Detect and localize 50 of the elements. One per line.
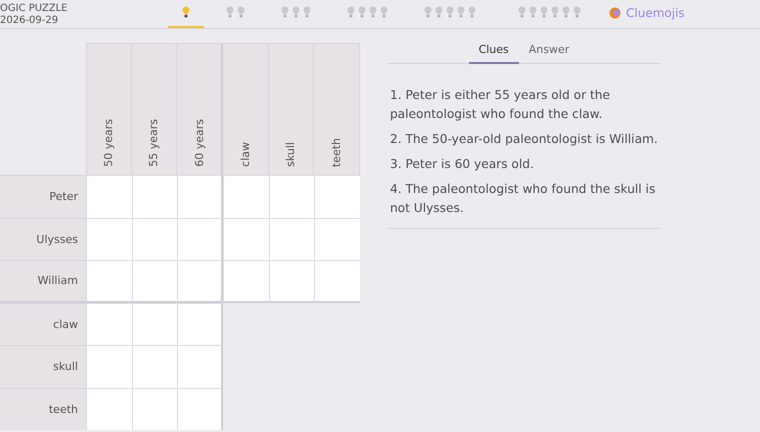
column-header: 55 years bbox=[132, 43, 178, 175]
clue-text: 2. The 50-year-old paleontologist is William. bbox=[390, 131, 659, 148]
grid-cell[interactable] bbox=[314, 175, 360, 218]
column-header: skull bbox=[268, 43, 314, 175]
panel-tab[interactable]: Clues bbox=[468, 43, 519, 64]
grid-cell[interactable] bbox=[222, 260, 269, 302]
row-label: William bbox=[0, 260, 86, 302]
grid-cell[interactable] bbox=[177, 302, 223, 345]
grid-cell[interactable] bbox=[132, 260, 178, 302]
grid-cell[interactable] bbox=[177, 345, 223, 388]
grid-cell[interactable] bbox=[132, 175, 178, 218]
link-label: Cluemojis bbox=[626, 6, 685, 20]
row-label: skull bbox=[0, 345, 86, 388]
grid-cell[interactable] bbox=[177, 218, 223, 260]
grid-cell[interactable] bbox=[268, 175, 314, 218]
row-label: Peter bbox=[0, 175, 86, 218]
grid-cell[interactable] bbox=[86, 260, 132, 302]
row-label: Ulysses bbox=[0, 218, 86, 260]
grid-cell[interactable] bbox=[222, 175, 269, 218]
grid-cell[interactable] bbox=[177, 175, 223, 218]
grid-cell[interactable] bbox=[86, 218, 132, 260]
grid-cell[interactable] bbox=[86, 175, 132, 218]
grid-cell[interactable] bbox=[268, 260, 314, 302]
cluemojis-link[interactable]: Cluemojis bbox=[609, 0, 685, 28]
row-label: teeth bbox=[0, 388, 86, 430]
column-header: claw bbox=[222, 43, 269, 175]
clue-text: 4. The paleontologist who found the skull is not Ulysses. bbox=[390, 181, 656, 217]
column-header: 60 years bbox=[177, 43, 223, 175]
grid-cell[interactable] bbox=[314, 260, 360, 302]
clue-text: 1. Peter is either 55 years old or the paleontologist who found the claw. bbox=[390, 87, 611, 123]
grid-cell[interactable] bbox=[132, 218, 178, 260]
grid-cell[interactable] bbox=[132, 302, 178, 345]
clue-text: 3. Peter is 60 years old. bbox=[390, 156, 535, 173]
grid-cell[interactable] bbox=[177, 260, 223, 302]
row-label: claw bbox=[0, 302, 86, 345]
grid-cell[interactable] bbox=[314, 218, 360, 260]
panel-tab[interactable]: Answer bbox=[518, 43, 580, 64]
column-header: 50 years bbox=[86, 43, 132, 175]
grid-cell[interactable] bbox=[132, 388, 178, 430]
grid-cell[interactable] bbox=[222, 218, 269, 260]
grid-cell[interactable] bbox=[268, 218, 314, 260]
grid-cell[interactable] bbox=[86, 345, 132, 388]
grid-cell[interactable] bbox=[86, 388, 132, 430]
column-header: teeth bbox=[314, 43, 360, 175]
puzzle-title: OGIC PUZZLE bbox=[0, 2, 68, 14]
grid-cell[interactable] bbox=[132, 345, 178, 388]
grid-cell[interactable] bbox=[86, 302, 132, 345]
puzzle-date: 2026-09-29 bbox=[0, 14, 60, 26]
grid-cell[interactable] bbox=[177, 388, 223, 430]
emoji-icon bbox=[609, 7, 621, 19]
